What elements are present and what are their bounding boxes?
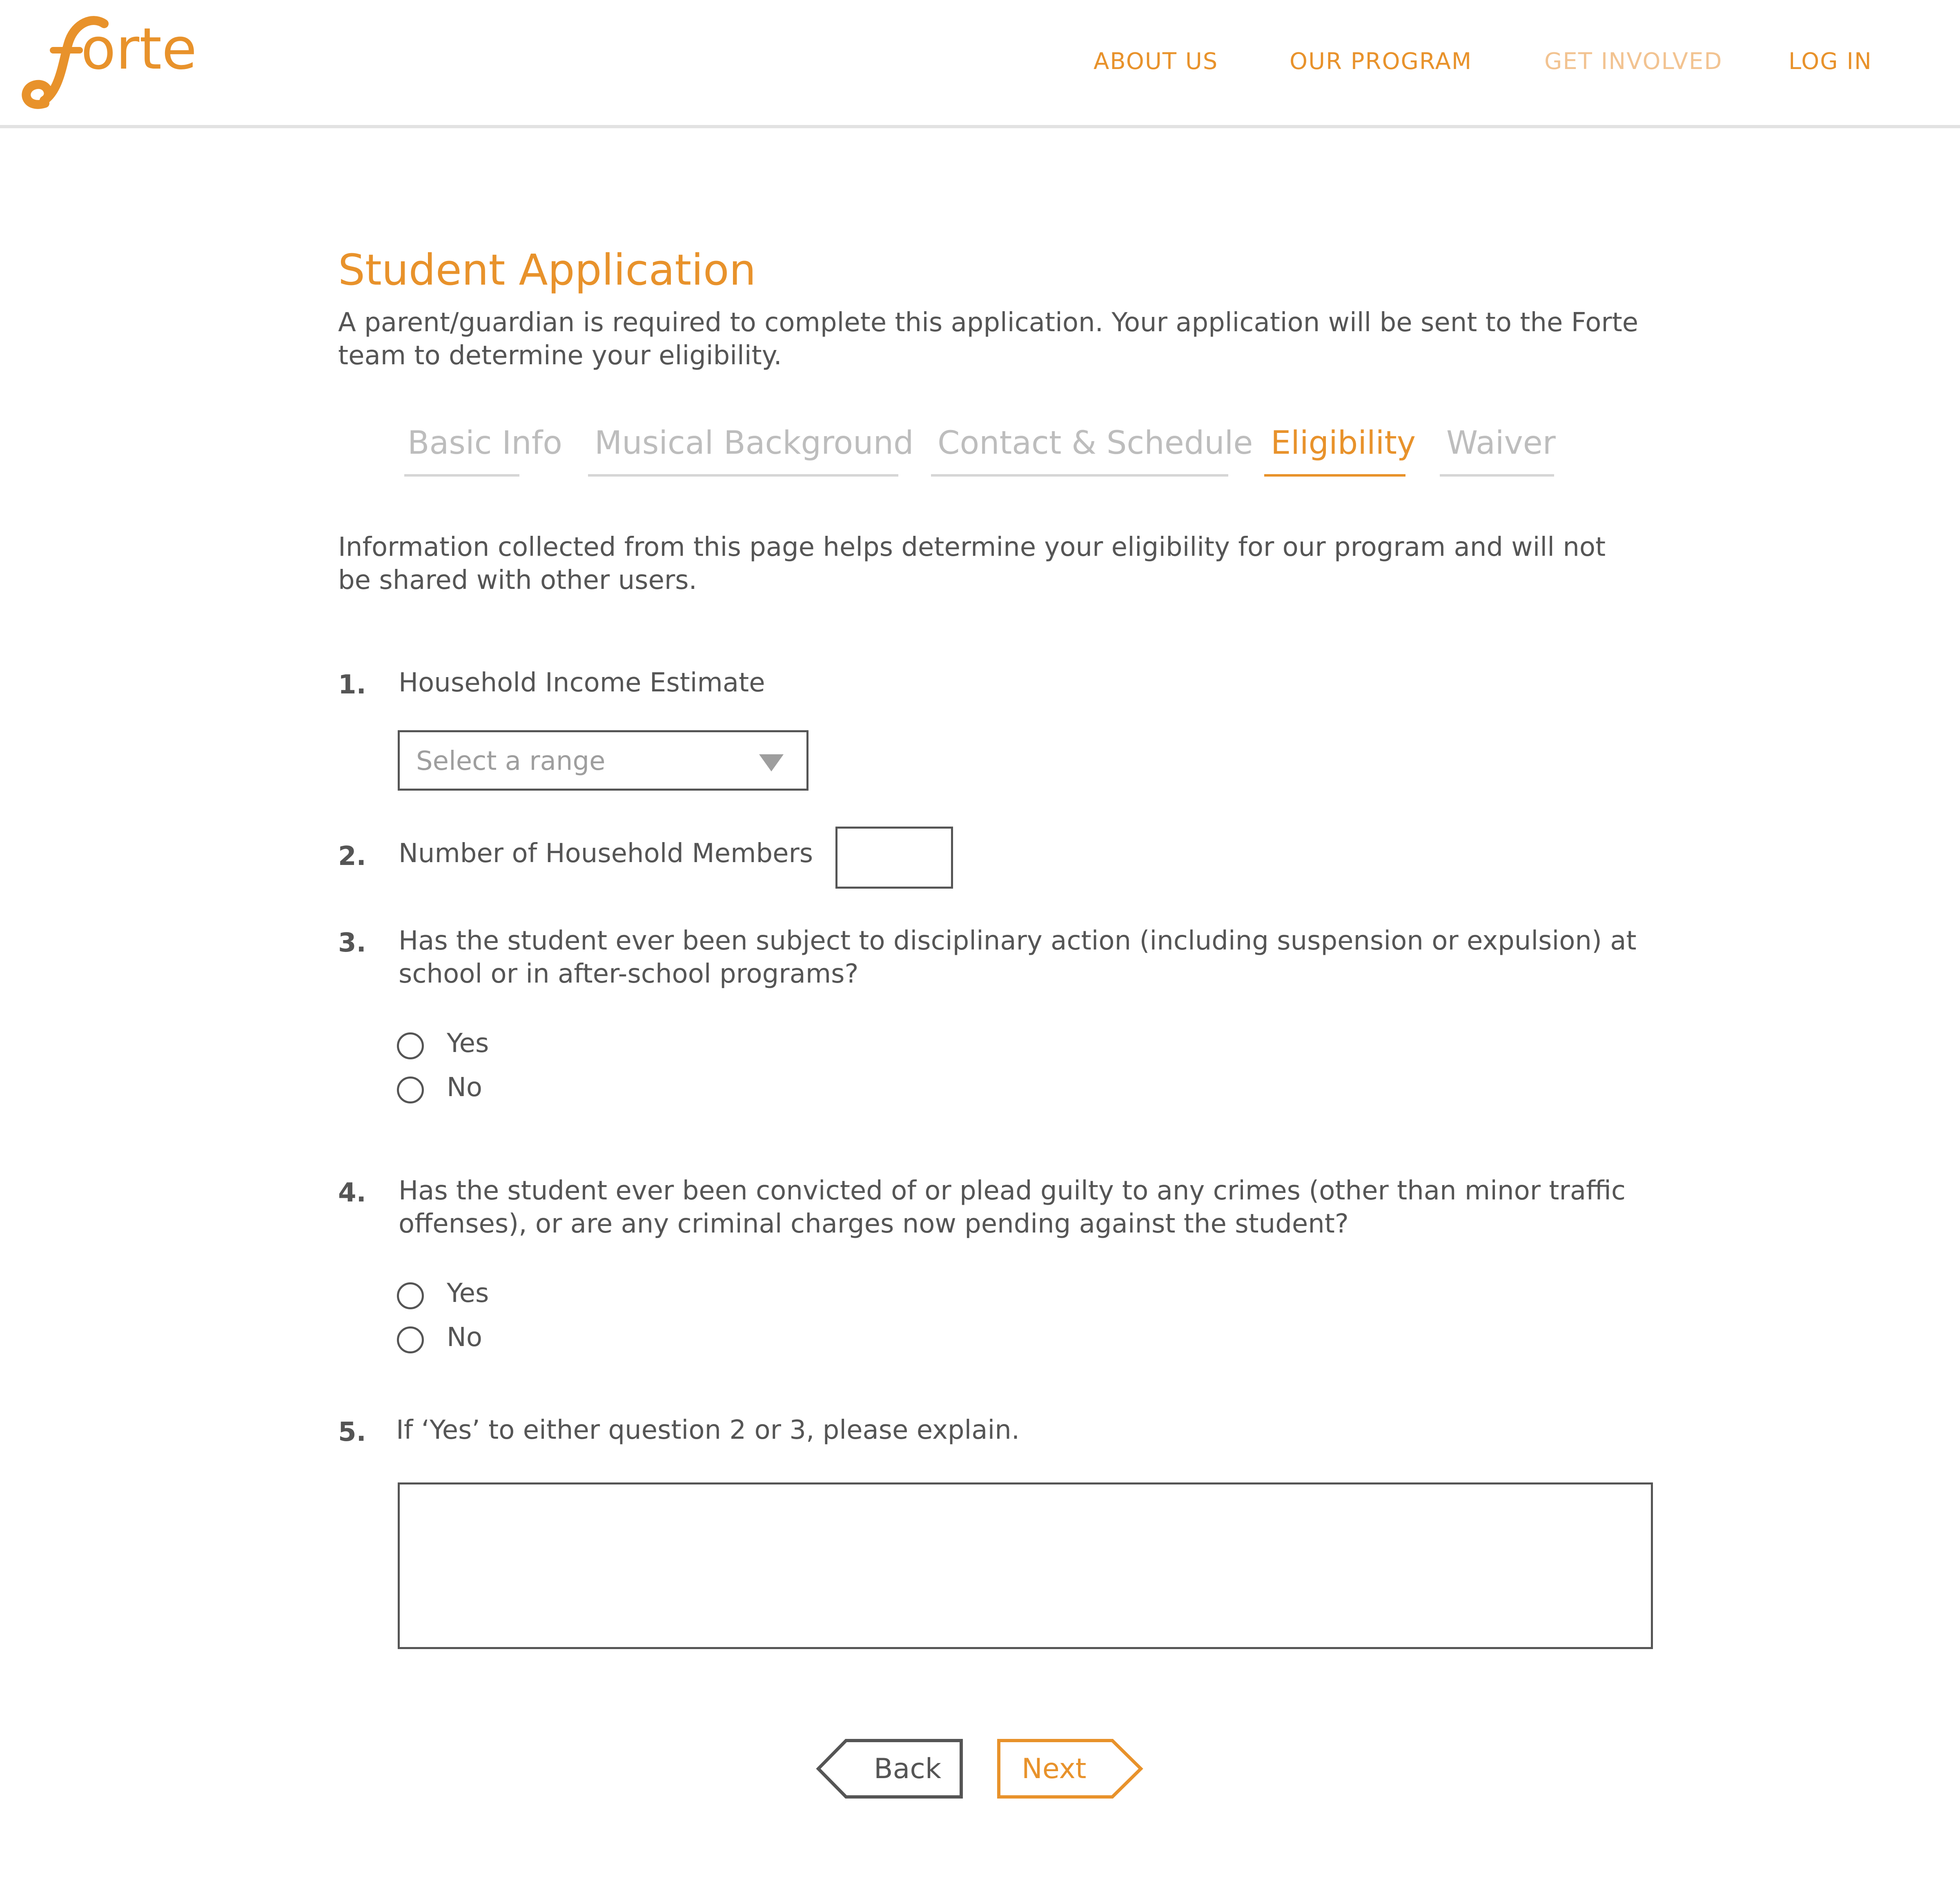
question-3-line-2: school or in after-school programs? [399,959,859,989]
tab-musical-background[interactable]: Musical Background [595,425,914,461]
nav-get-involved[interactable]: GET INVOLVED [1544,48,1722,75]
intro-line-1: A parent/guardian is required to complet… [338,308,1639,338]
tab-underline-musical-background [588,474,898,477]
tab-basic-info[interactable]: Basic Info [408,425,562,461]
question-4-number: 4. [338,1178,366,1208]
forte-logo[interactable]: orte [16,7,204,114]
privacy-notice-line-1: Information collected from this page hel… [338,532,1606,562]
question-4-line-2: offenses), or are any criminal charges n… [399,1209,1349,1239]
svg-text:orte: orte [81,16,197,82]
tab-eligibility[interactable]: Eligibility [1271,425,1416,461]
tab-underline-waiver [1440,474,1554,477]
intro-line-2: team to determine your eligibility. [338,341,782,371]
question-5-number: 5. [338,1417,366,1447]
q4-yes-label[interactable]: Yes [447,1278,489,1308]
question-3-line-1: Has the student ever been subject to dis… [399,926,1637,956]
privacy-notice: Information collected from this page hel… [338,531,1606,597]
back-button[interactable]: Back [816,1738,964,1799]
dropdown-arrow-icon [759,754,784,771]
q3-no-radio[interactable] [397,1077,424,1103]
question-2-text: Number of Household Members [399,838,813,869]
question-3-number: 3. [338,928,366,958]
tab-underline-eligibility [1264,474,1405,477]
nav-log-in[interactable]: LOG IN [1788,48,1872,75]
question-4-text: Has the student ever been convicted of o… [399,1175,1626,1241]
household-members-input[interactable] [835,827,953,889]
q4-no-label[interactable]: No [447,1322,482,1353]
income-range-placeholder: Select a range [416,746,606,776]
tab-waiver[interactable]: Waiver [1446,425,1556,461]
tab-underline-contact-schedule [931,474,1228,477]
q3-yes-label[interactable]: Yes [447,1028,489,1059]
back-button-label: Back [874,1753,942,1785]
q3-no-label[interactable]: No [447,1072,482,1103]
nav-our-program[interactable]: OUR PROGRAM [1290,48,1472,75]
question-3-text: Has the student ever been subject to dis… [399,925,1637,991]
page-title: Student Application [338,245,756,295]
question-1-text: Household Income Estimate [399,668,765,698]
next-button-label: Next [1022,1753,1087,1785]
q3-yes-radio[interactable] [397,1032,424,1059]
intro-text: A parent/guardian is required to complet… [338,306,1638,372]
question-4-line-1: Has the student ever been convicted of o… [399,1176,1626,1206]
privacy-notice-line-2: be shared with other users. [338,565,697,595]
question-5-text: If ‘Yes’ to either question 2 or 3, plea… [396,1415,1020,1445]
header-divider [0,125,1960,128]
next-button[interactable]: Next [996,1738,1143,1799]
q4-yes-radio[interactable] [397,1282,424,1309]
tab-contact-schedule[interactable]: Contact & Schedule [938,425,1253,461]
income-range-select[interactable]: Select a range [398,730,808,791]
question-2-number: 2. [338,841,366,871]
site-header: orte ABOUT US OUR PROGRAM GET INVOLVED L… [0,0,1960,125]
tab-underline-basic-info [404,474,519,477]
nav-about-us[interactable]: ABOUT US [1094,48,1218,75]
question-1-number: 1. [338,670,366,700]
q4-no-radio[interactable] [397,1326,424,1353]
explanation-textarea[interactable] [398,1482,1653,1649]
